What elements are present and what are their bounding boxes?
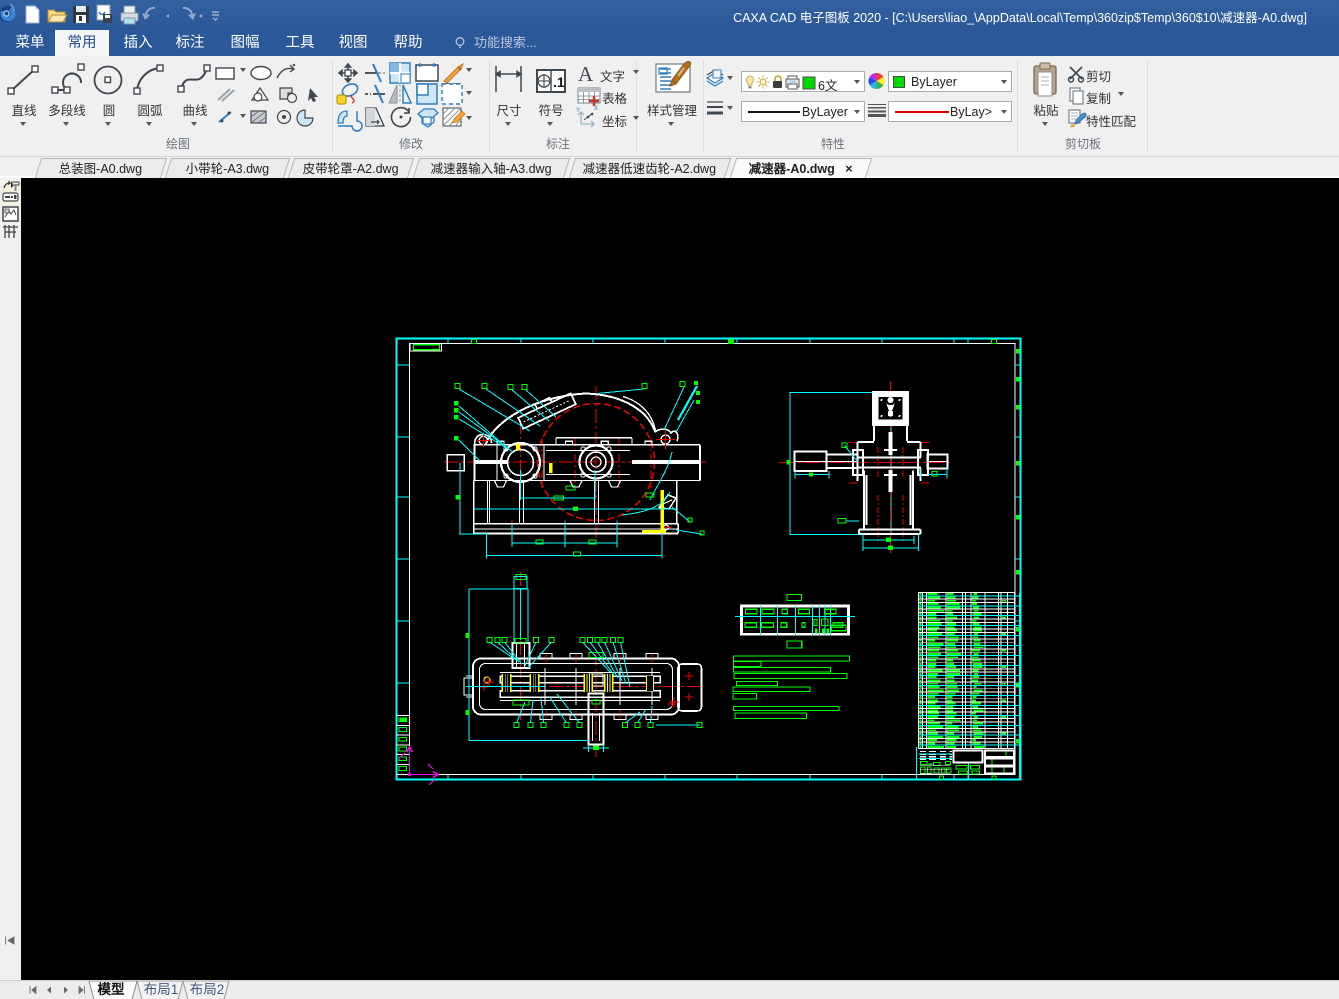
svg-text:A: A — [578, 62, 594, 86]
svg-text:Y: Y — [576, 108, 580, 114]
svg-text:.1: .1 — [553, 74, 565, 90]
svg-text:X: X — [594, 106, 598, 112]
